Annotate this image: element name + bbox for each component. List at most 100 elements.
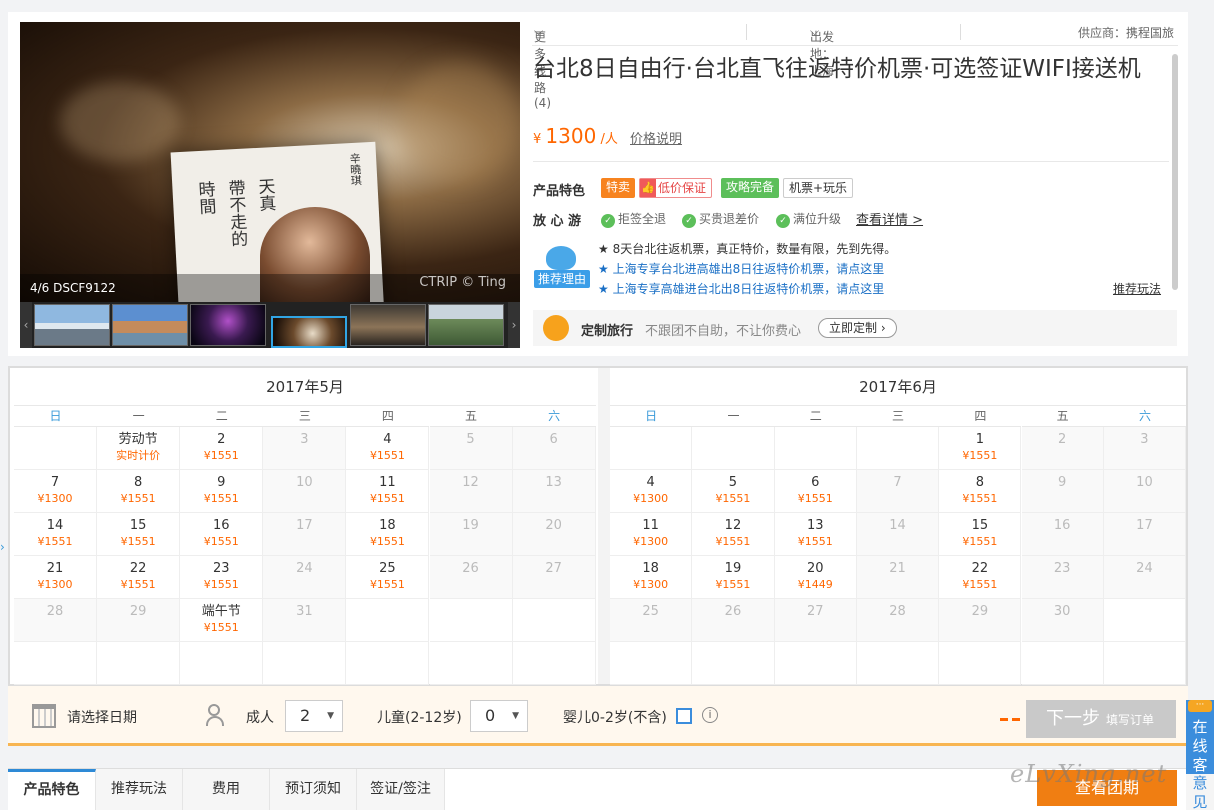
recommend-link[interactable]: ★ 上海专享台北进高雄出8日往返特价机票，请点这里 [598,259,896,279]
calendar-day[interactable]: 劳动节 实时计价 [97,427,181,470]
day-number: 6 [549,432,558,447]
day-number: 14 [889,518,906,533]
calendar-day[interactable]: 11 ¥1300 [610,513,693,556]
day-price: ¥1551 [962,449,998,462]
calendar-day[interactable]: 14 ¥1551 [14,513,98,556]
calendar-day[interactable]: 5 ¥1551 [692,470,775,513]
calendar-day[interactable]: 4 ¥1551 [346,427,430,470]
feedback-button[interactable]: 意见反馈 [1186,774,1214,810]
day-number: 22 [971,561,989,576]
tab-notice[interactable]: 预订须知 [270,769,357,810]
calendar-empty-cell [692,642,775,685]
assurance-details-link[interactable]: 查看详情 > [856,209,923,228]
calendar-day[interactable]: 9 ¥1551 [180,470,264,513]
recommend-list: ★ 8天台北往返机票，真正特价，数量有限，先到先得。 ★ 上海专享台北进高雄出8… [598,239,896,299]
thumb-prev-icon[interactable]: ‹ [20,302,32,348]
day-number: 劳动节 [118,432,158,447]
calendar-day: 26 [692,599,775,642]
day-price: ¥1551 [203,578,239,591]
day-number: 6 [811,475,820,490]
custom-now-button[interactable]: 立即定制 › [818,318,897,338]
thumbnail[interactable] [112,304,188,346]
calendar-empty-cell [512,599,596,642]
calendar-day[interactable]: 18 ¥1300 [610,556,693,599]
day-price: ¥1300 [37,578,73,591]
calendar-day[interactable]: 2 ¥1551 [180,427,264,470]
child-select[interactable]: 0 ▼ [470,700,528,732]
calendar-day[interactable]: 19 ¥1551 [692,556,775,599]
side-arrow-icon[interactable]: › [0,540,6,580]
price-note-link[interactable]: 价格说明 [630,132,682,147]
calendar-day[interactable]: 端午节 ¥1551 [180,599,264,642]
calendar-day[interactable]: 7 ¥1300 [14,470,98,513]
calendar-day[interactable]: 4 ¥1300 [610,470,693,513]
info-icon[interactable]: i [702,707,718,723]
calendar-day: 10 [1103,470,1187,513]
weekday-header: 三 [263,406,347,427]
thumbnail[interactable] [190,304,266,346]
photo-counter: 4/6 [30,281,50,295]
infant-checkbox[interactable] [676,708,692,724]
day-number: 11 [379,475,396,490]
weekday-header: 一 [692,406,775,427]
day-number: 29 [971,604,989,619]
calendar-day[interactable]: 8 ¥1551 [97,470,181,513]
calendar-day[interactable]: 22 ¥1551 [939,556,1022,599]
calendar-day: 9 [1021,470,1104,513]
calendar-day[interactable]: 12 ¥1551 [692,513,775,556]
calendar-day[interactable]: 21 ¥1300 [14,556,98,599]
tab-recommend[interactable]: 推荐玩法 [96,769,183,810]
recommend-link[interactable]: ★ 上海专享高雄进台北出8日往返特价机票，请点这里 [598,279,896,299]
tab-visa[interactable]: 签证/签注 [357,769,445,810]
calendar-day[interactable]: 6 ¥1551 [774,470,857,513]
calendar-day[interactable]: 13 ¥1551 [774,513,857,556]
day-number: 28 [46,604,64,619]
calendar-day[interactable]: 25 ¥1551 [346,556,430,599]
thumbnail[interactable] [350,304,426,346]
adult-select[interactable]: 2 ▼ [285,700,343,732]
calendar-day[interactable]: 1 ¥1551 [939,427,1022,470]
tag-sale: 特卖 [601,178,636,198]
calendar-empty-cell [774,642,857,685]
weekday-header: 一 [97,406,181,427]
calendar-day[interactable]: 23 ¥1551 [180,556,264,599]
product-photo[interactable]: 時間 帶不走的 天真 辛曉琪 [20,22,520,302]
date-picker[interactable]: 请选择日期 [67,707,137,727]
calendar-empty-cell [97,642,181,685]
calendar-day: 28 [14,599,98,642]
recommend-more-link[interactable]: 推荐玩法 [1113,280,1161,297]
day-number: 22 [129,561,147,576]
calendar-day[interactable]: 22 ¥1551 [97,556,181,599]
day-price: ¥1551 [962,492,998,505]
thumbnail-selected[interactable] [271,316,347,348]
calendar-day[interactable]: 15 ¥1551 [939,513,1022,556]
calendar-empty-cell [939,642,1022,685]
online-service-widget[interactable]: ··· 在线客服 意见反馈 [1186,700,1214,810]
calendar-day: 12 [429,470,513,513]
calendar-day[interactable]: 18 ¥1551 [346,513,430,556]
calendar-day[interactable]: 15 ¥1551 [97,513,181,556]
calendar-day[interactable]: 16 ¥1551 [180,513,264,556]
weekday-header: 四 [939,406,1022,427]
calendar-day[interactable]: 11 ¥1551 [346,470,430,513]
calendar-day[interactable]: 8 ¥1551 [939,470,1022,513]
thumbnail[interactable] [428,304,504,346]
calendar-empty-cell [610,642,693,685]
day-number: 8 [134,475,143,490]
tab-fees[interactable]: 费用 [183,769,270,810]
weekday-header: 四 [346,406,430,427]
thumb-next-icon[interactable]: › [508,302,520,348]
calendar-day: 27 [774,599,857,642]
next-step-button[interactable]: 下一步 填写订单 [1026,700,1176,738]
day-number: 17 [1136,518,1153,533]
tab-features[interactable]: 产品特色 [8,769,96,810]
calendar-day[interactable]: 20 ¥1449 [774,556,857,599]
day-price: ¥1551 [369,578,405,591]
scrollbar[interactable] [1172,54,1178,290]
more-routes-dropdown[interactable]: 更多线路(4) ⌵ [534,24,551,110]
day-number: 4 [646,475,655,490]
supplier-label: 供应商：携程国旅 [1077,26,1174,40]
departure-dropdown[interactable]: 出发地：上海 ⌵ [810,24,834,78]
weekday-header: 二 [774,406,857,427]
thumbnail[interactable] [34,304,110,346]
